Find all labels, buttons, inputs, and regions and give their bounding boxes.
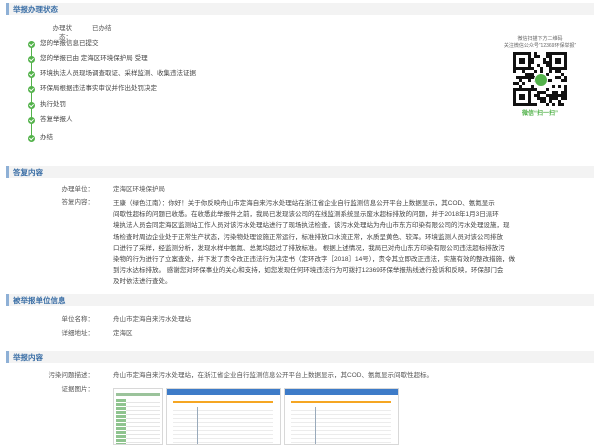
check-icon bbox=[28, 117, 35, 124]
section-header-reply: 答复内容 bbox=[6, 166, 594, 178]
check-icon bbox=[28, 41, 35, 48]
section-header-report: 举报内容 bbox=[6, 351, 594, 363]
check-icon bbox=[28, 71, 35, 78]
section-title: 举报内容 bbox=[13, 353, 43, 362]
reply-content: 王康（绿色江南）：你好！关于你反映舟山市定海自来污水处理站在浙江省企业自行监测信… bbox=[113, 200, 515, 286]
unit-label: 办理单位： bbox=[61, 186, 95, 193]
evidence-label: 证据图片： bbox=[61, 386, 95, 393]
wechat-caption: 微信“扫一扫” bbox=[521, 111, 558, 117]
check-icon bbox=[28, 56, 35, 63]
check-icon bbox=[28, 102, 35, 109]
check-icon bbox=[28, 86, 35, 93]
section-header-reported: 被举报单位信息 bbox=[6, 294, 594, 306]
description-label: 污染问题描述： bbox=[48, 372, 95, 379]
evidence-image[interactable] bbox=[284, 388, 399, 445]
reply-content-label: 答复内容： bbox=[61, 199, 95, 206]
address-label: 详细地址： bbox=[61, 330, 95, 337]
section-title: 举报办理状态 bbox=[13, 5, 58, 14]
section-title: 被举报单位信息 bbox=[13, 296, 66, 305]
section-header-status: 举报办理状态 bbox=[6, 3, 594, 15]
section-title: 答复内容 bbox=[13, 168, 43, 177]
address-value: 定海区 bbox=[113, 330, 133, 337]
unit-value: 定海区环境保护局 bbox=[113, 186, 165, 193]
wechat-hint: 微信扫描下方二维码 关注微信公众号“12369环保举报” bbox=[503, 36, 577, 49]
unit-name-value: 舟山市定海自来污水处理站 bbox=[113, 316, 191, 323]
evidence-image[interactable] bbox=[113, 388, 163, 445]
qr-code bbox=[513, 52, 567, 106]
unit-name-label: 单位名称： bbox=[61, 316, 95, 323]
description-value: 舟山市定海自来污水处理站，在浙江省企业自行监测信息公开平台上数据显示，其COD、… bbox=[113, 372, 433, 379]
check-icon bbox=[28, 135, 35, 142]
status-value: 已办结 bbox=[92, 25, 112, 32]
evidence-image[interactable] bbox=[166, 388, 281, 445]
